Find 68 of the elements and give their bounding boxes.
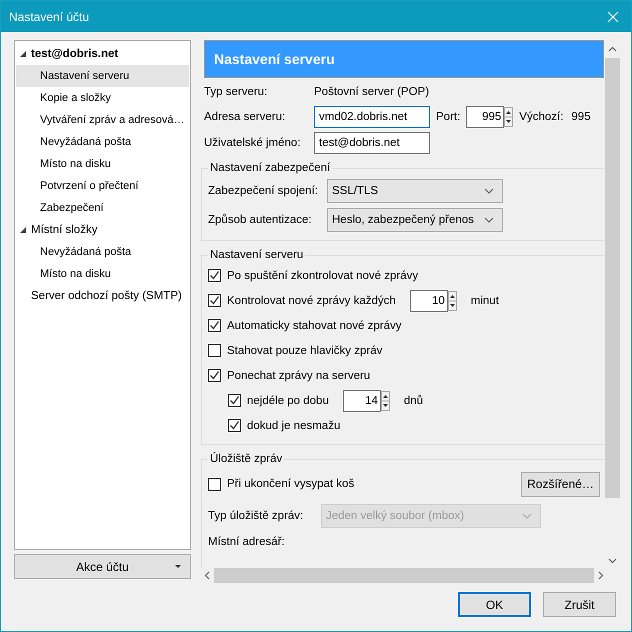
section-header: Nastavení serveru — [204, 40, 604, 78]
scroll-left-icon[interactable] — [204, 571, 210, 580]
checkbox[interactable] — [208, 369, 221, 382]
account-actions-button[interactable]: Akce účtu — [14, 554, 191, 579]
input-field[interactable]: test@dobris.net — [314, 132, 430, 154]
tree-item[interactable]: Nevyžádaná pošta — [16, 241, 189, 263]
tree-item[interactable]: Vytváření zpráv a adresová… — [16, 109, 189, 131]
dialog-button[interactable]: Zrušit — [543, 592, 616, 617]
expanded-triangle-icon[interactable] — [20, 226, 27, 234]
tree-item[interactable]: Nastavení serveru — [16, 65, 189, 87]
checkbox-label: nejdéle po dobu — [247, 394, 329, 406]
field-label: Zabezpečení spojení: — [208, 184, 319, 196]
close-icon[interactable] — [607, 10, 619, 22]
checkbox-label: Po spuštění zkontrolovat nové zprávy — [227, 270, 418, 282]
dialog-button[interactable]: OK — [458, 592, 531, 617]
scroll-right-icon[interactable] — [598, 571, 604, 580]
expanded-triangle-icon[interactable] — [20, 50, 27, 58]
field-label: Uživatelské jméno: — [204, 136, 302, 150]
tree-item[interactable]: Server odchozí pošty (SMTP) — [16, 285, 189, 307]
checkbox-label: Při ukončení vysypat koš — [227, 478, 354, 490]
tree-item[interactable]: test@dobris.net — [16, 43, 189, 65]
group-title: Úložiště zpráv — [209, 453, 284, 465]
checkbox[interactable] — [228, 419, 241, 432]
field-label: Místní adresář: — [208, 536, 286, 548]
checkbox[interactable] — [208, 319, 221, 332]
dropdown[interactable]: Heslo, zabezpečený přenos — [327, 208, 503, 232]
chevron-down-icon — [522, 512, 532, 518]
field-label: Port: — [436, 110, 460, 122]
chevron-down-icon — [484, 188, 494, 194]
scroll-down-icon[interactable] — [608, 558, 617, 564]
unit-label: minut — [470, 294, 499, 306]
checkbox-label: Automaticky stahovat nové zprávy — [227, 320, 402, 332]
checkbox[interactable] — [228, 394, 241, 407]
group-title: Nastavení zabezpečení — [209, 162, 332, 174]
checkbox-label: Stahovat pouze hlavičky zpráv — [227, 344, 382, 356]
dropdown[interactable]: SSL/TLS — [327, 178, 503, 202]
checkbox[interactable] — [208, 269, 221, 282]
checkbox-label: Kontrolovat nové zprávy každých — [227, 294, 396, 306]
tree-item[interactable]: Kopie a složky — [16, 87, 189, 109]
checkbox-label: dokud je nesmažu — [247, 420, 340, 432]
checkbox[interactable] — [208, 294, 221, 307]
input-field[interactable]: vmd02.dobris.net — [314, 106, 430, 128]
chevron-down-icon — [484, 216, 494, 222]
window-title: Nastavení účtu — [9, 10, 90, 24]
group-title: Nastavení serveru — [209, 249, 304, 261]
dropdown-arrow-icon — [175, 565, 181, 569]
field-label: Adresa serveru: — [204, 110, 286, 124]
unit-label: dnů — [404, 394, 424, 406]
field-label: Způsob autentizace: — [208, 214, 313, 226]
spinner-arrows-icon — [448, 290, 457, 310]
checkbox[interactable] — [208, 478, 221, 490]
tree-item[interactable]: Potvrzení o přečtení — [16, 175, 189, 197]
advanced-button[interactable]: Rozšířené… — [521, 472, 600, 496]
field-value: Poštovní server (POP) — [314, 85, 430, 100]
checkbox[interactable] — [208, 344, 221, 357]
spinner-arrows-icon — [504, 106, 514, 126]
scroll-up-icon[interactable] — [608, 46, 617, 52]
checkbox-label: Ponechat zprávy na serveru — [227, 370, 370, 382]
field-label: Typ úložiště zpráv: — [208, 510, 304, 522]
spinner-arrows-icon — [380, 390, 390, 410]
field-value: 995 — [571, 110, 591, 122]
tree-item[interactable]: Místo na disku — [16, 263, 189, 285]
tree-item[interactable]: Zabezpečení — [16, 197, 189, 219]
tree-item[interactable]: Nevyžádaná pošta — [16, 131, 189, 153]
tree-item[interactable]: Místní složky — [16, 219, 189, 241]
field-label: Typ serveru: — [204, 85, 268, 100]
tree-item[interactable]: Místo na disku — [16, 153, 189, 175]
field-label: Výchozí: — [519, 110, 564, 122]
